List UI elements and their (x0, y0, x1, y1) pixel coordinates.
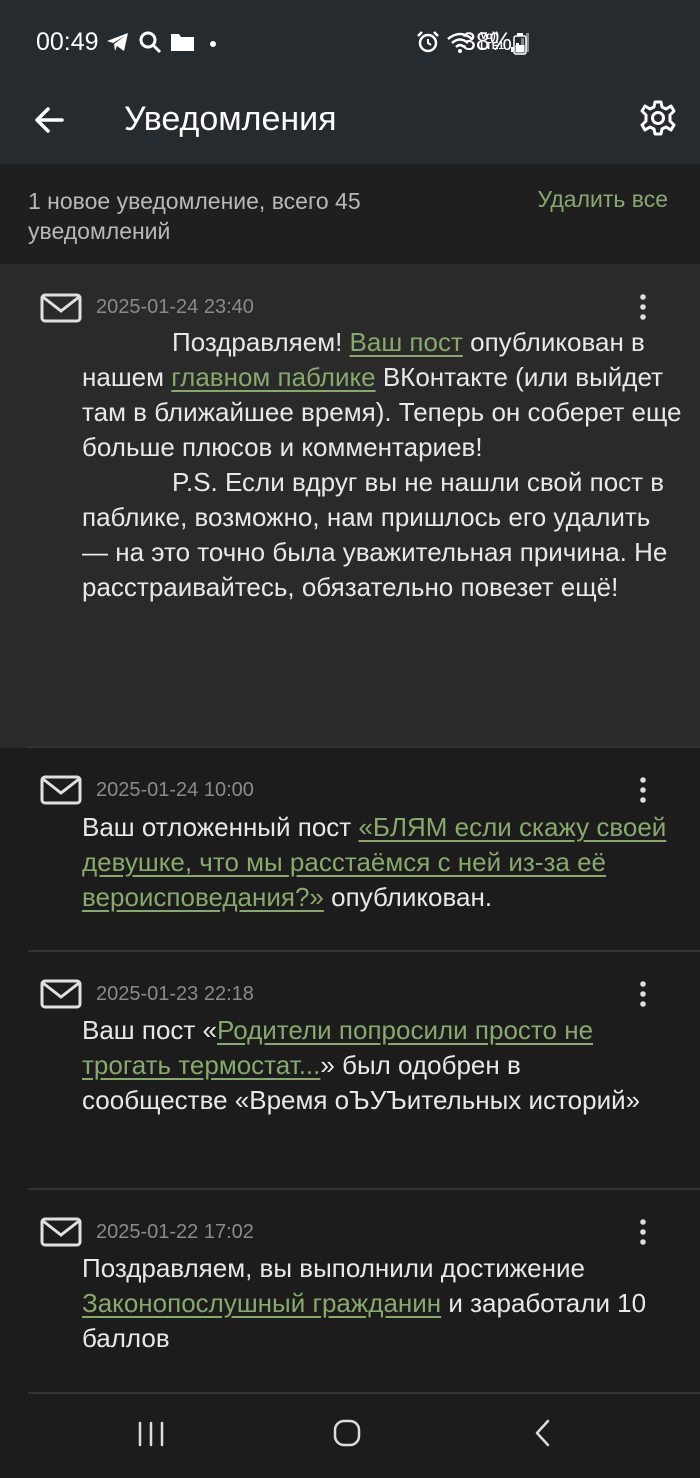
navigation-bar (0, 1394, 700, 1478)
status-left-icons (106, 28, 222, 56)
notification-text: Поздравляем, вы выполнили достижение (82, 1253, 585, 1283)
home-icon[interactable] (332, 1418, 362, 1448)
telegram-icon (107, 33, 128, 51)
search-icon (139, 31, 162, 54)
notification-text: Поздравляем! (172, 327, 350, 357)
gear-icon[interactable] (638, 98, 678, 138)
envelope-icon (40, 979, 82, 1009)
status-bar: 00:49 Vo)) LTE1 38% (0, 0, 700, 84)
notification-text: Ваш пост « (82, 1015, 218, 1045)
notification-body: Поздравляем, вы выполнили достижение Зак… (82, 1251, 682, 1356)
recent-apps-icon[interactable] (136, 1420, 166, 1448)
more-vertical-icon[interactable] (636, 1218, 650, 1246)
envelope-icon (40, 293, 82, 323)
page-title: Уведомления (124, 100, 337, 138)
notification-item[interactable]: 2025-01-24 23:40 Поздравляем! Ваш пост о… (0, 264, 700, 748)
notification-text: Ваш отложенный пост (82, 812, 359, 842)
notification-text: P.S. Если вдруг вы не нашли свой пост в … (82, 467, 668, 602)
more-vertical-icon[interactable] (636, 293, 650, 321)
folder-icon (171, 34, 194, 51)
arrow-left-icon[interactable] (30, 100, 70, 140)
notification-body: Ваш пост «Родители попросили просто не т… (82, 1013, 642, 1118)
envelope-icon (40, 775, 82, 805)
delete-all-button[interactable]: Удалить все (538, 186, 668, 213)
notification-date: 2025-01-24 23:40 (96, 296, 254, 318)
dot-icon (210, 41, 216, 47)
more-vertical-icon[interactable] (636, 980, 650, 1008)
alarm-icon (417, 31, 440, 53)
notification-body: Поздравляем! Ваш пост опубликован в наше… (82, 325, 682, 605)
notification-date: 2025-01-23 22:18 (96, 983, 254, 1005)
achievement-link[interactable]: Законопослушный гражданин (82, 1288, 441, 1318)
notification-item[interactable]: 2025-01-22 17:02 Поздравляем, вы выполни… (0, 1190, 700, 1394)
notification-item[interactable]: 2025-01-24 10:00 Ваш отложенный пост «БЛ… (0, 748, 700, 952)
post-link[interactable]: Ваш пост (350, 327, 463, 357)
notification-body: Ваш отложенный пост «БЛЯМ если скажу сво… (82, 810, 682, 915)
app-bar: Уведомления (0, 84, 700, 164)
back-icon[interactable] (532, 1418, 554, 1448)
notification-date: 2025-01-24 10:00 (96, 779, 254, 801)
battery-percent: 38% (462, 28, 513, 56)
battery-icon (513, 33, 527, 55)
notification-text: опубликован. (323, 882, 493, 912)
more-vertical-icon[interactable] (636, 776, 650, 804)
summary-bar: 1 новое уведомление, всего 45 уведомлени… (0, 164, 700, 264)
notification-item[interactable]: 2025-01-23 22:18 Ваш пост «Родители попр… (0, 952, 700, 1190)
status-time: 00:49 (36, 28, 99, 56)
main-public-link[interactable]: главном паблике (171, 362, 375, 392)
notification-date: 2025-01-22 17:02 (96, 1221, 254, 1243)
summary-text: 1 новое уведомление, всего 45 уведомлени… (28, 188, 361, 244)
envelope-icon (40, 1217, 82, 1247)
